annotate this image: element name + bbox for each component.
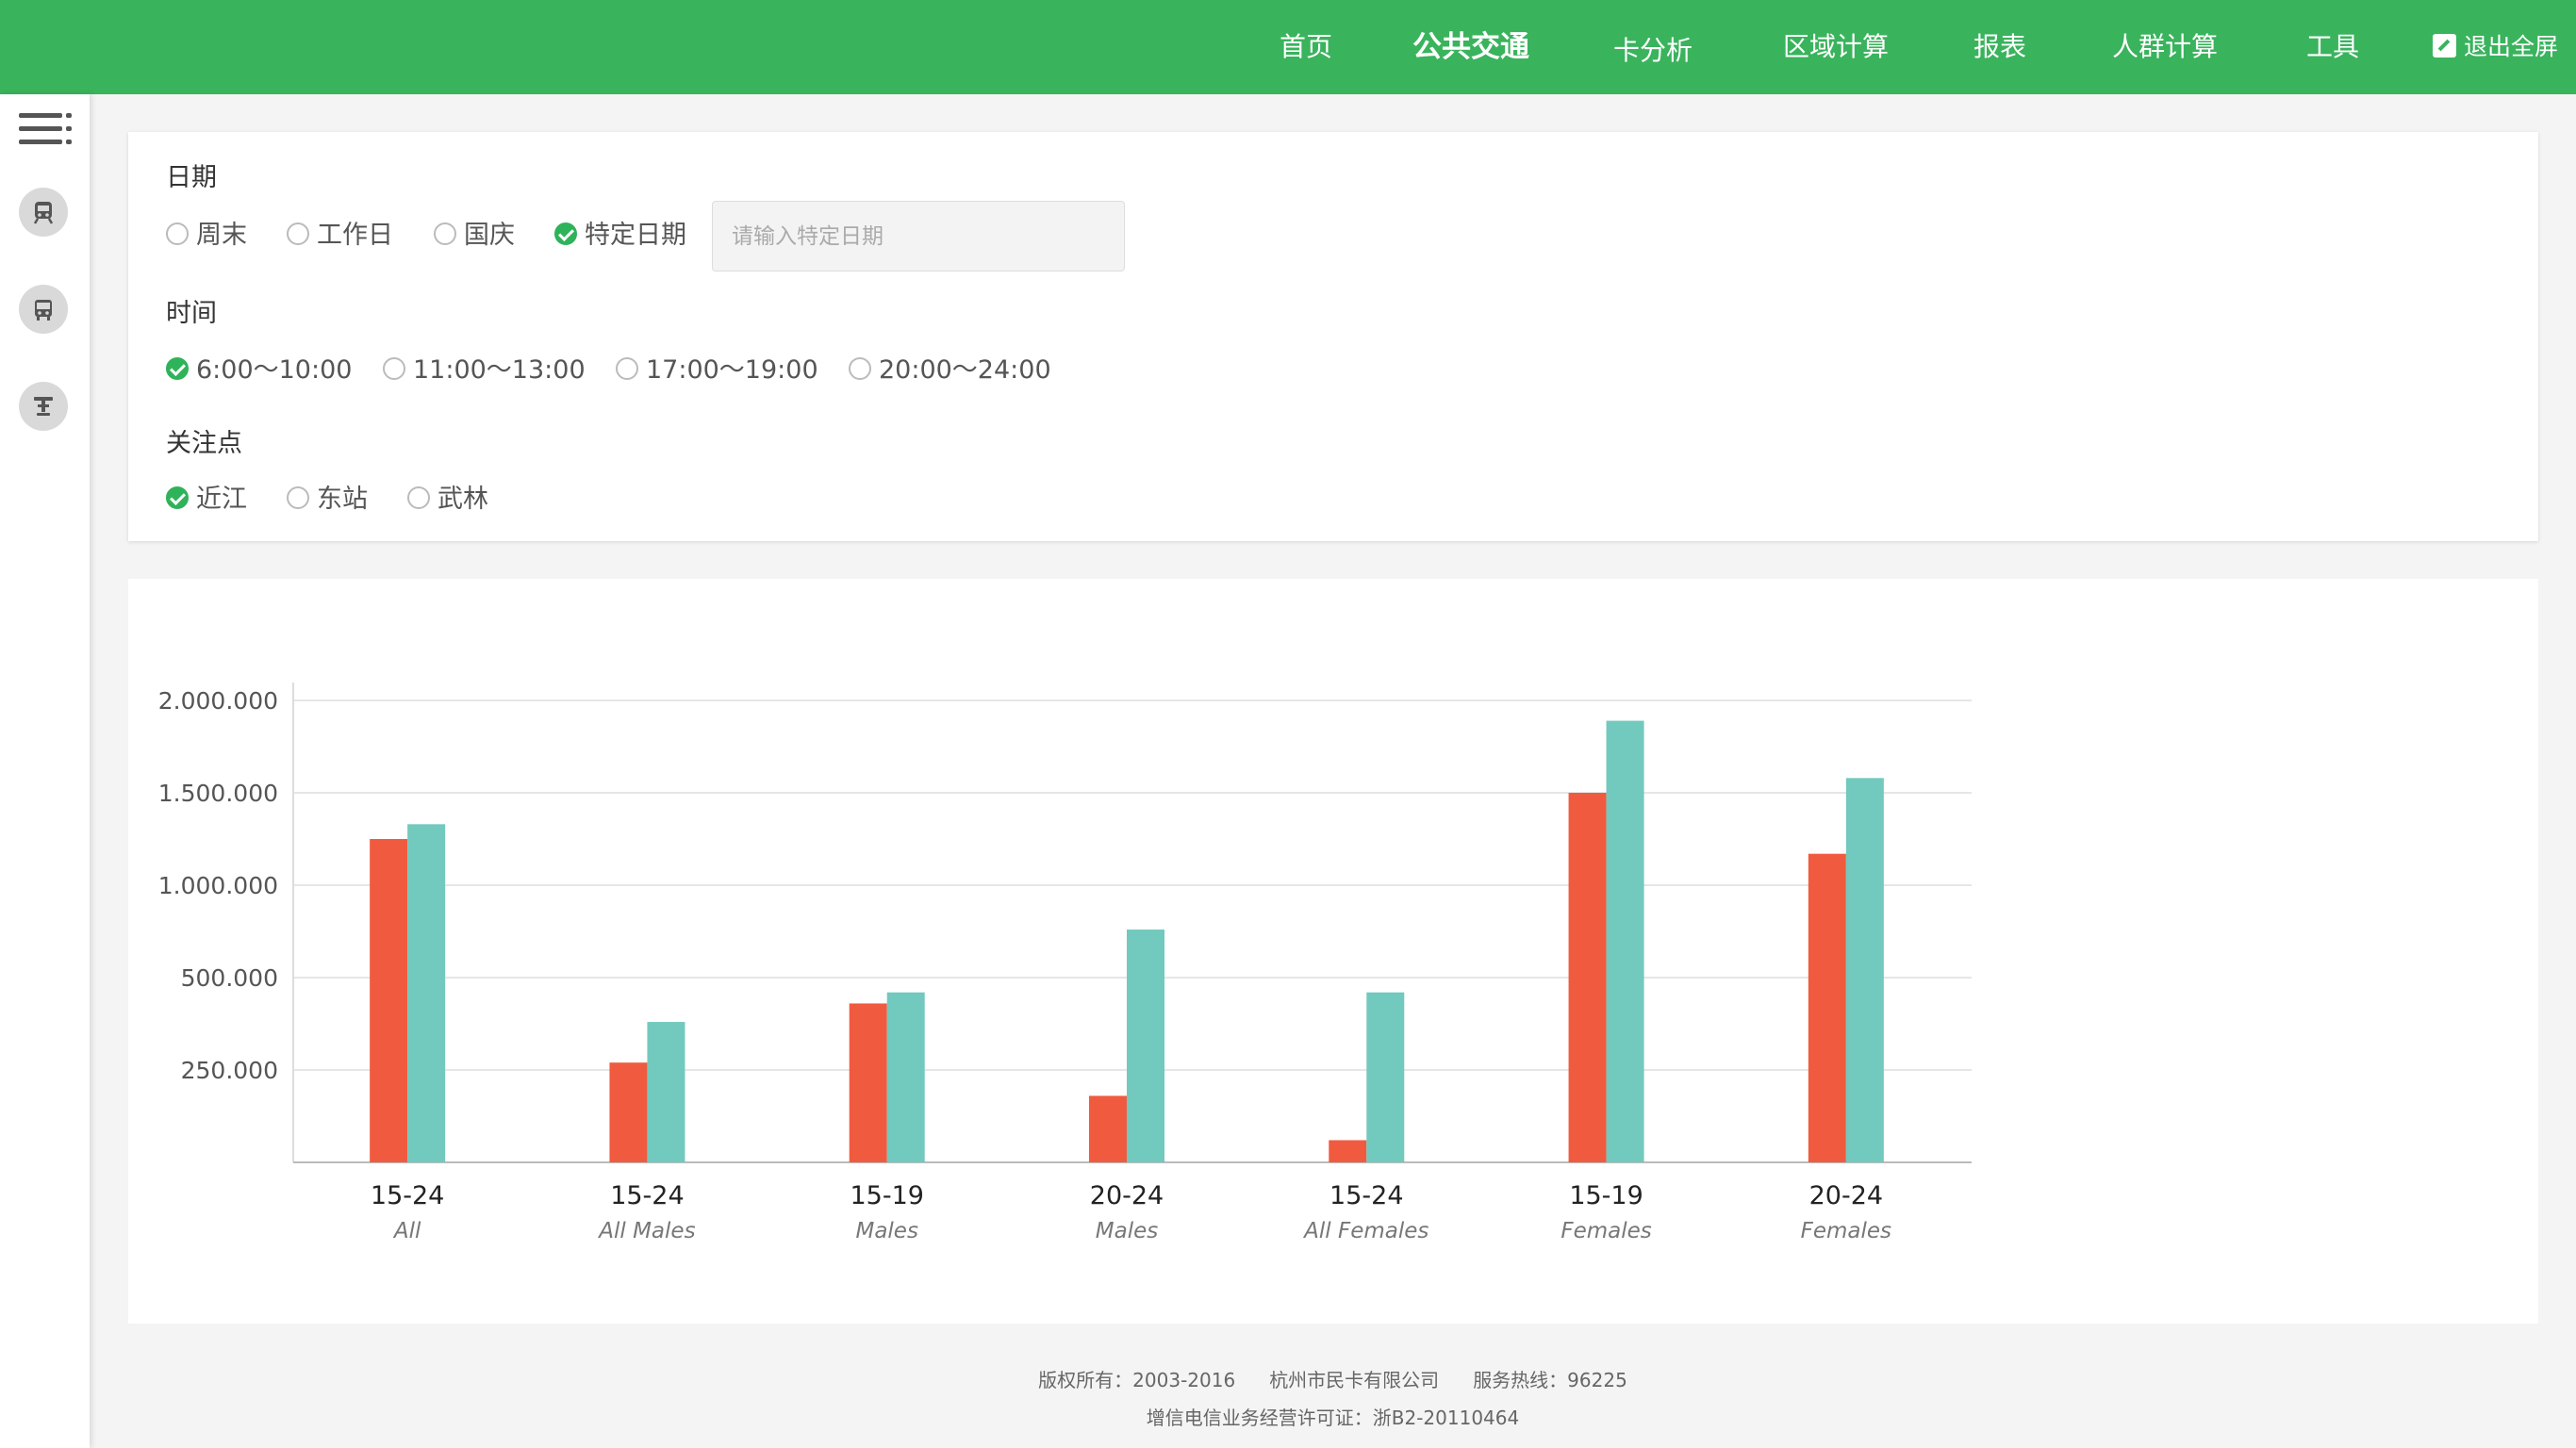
radio-unchecked-icon xyxy=(383,356,405,380)
top-nav-bar: 首页 公共交通 卡分析 区域计算 报表 人群计算 工具 退出全屏 xyxy=(0,0,2576,94)
x-category-label: 15-19 xyxy=(850,1181,923,1210)
footer-line-2: 增信电信业务经营许可证：浙B2-20110464 xyxy=(90,1403,2576,1430)
exit-fullscreen-button[interactable]: 退出全屏 xyxy=(2433,0,2558,94)
x-subcategory-label: Males xyxy=(855,1219,917,1243)
radio-unchecked-icon xyxy=(287,485,309,509)
radio-checked-icon xyxy=(166,356,189,380)
bar-series-2 xyxy=(1127,930,1164,1162)
x-subcategory-label: All Females xyxy=(1302,1219,1428,1243)
time-option-label: 11:00～13:00 xyxy=(413,355,586,385)
x-category-label: 20-24 xyxy=(1090,1181,1164,1210)
nav-item-card-analysis[interactable]: 卡分析 xyxy=(1613,4,1693,98)
date-option-label: 工作日 xyxy=(317,221,393,250)
focus-option-dongzhan[interactable]: 东站 xyxy=(287,483,368,517)
x-subcategory-label: All Males xyxy=(597,1219,695,1243)
bar-series-1 xyxy=(609,1062,648,1162)
nav-item-public-transport[interactable]: 公共交通 xyxy=(1412,0,1529,94)
sidebar xyxy=(0,94,90,1448)
radio-unchecked-icon xyxy=(287,222,309,245)
y-tick-label: 1.500.000 xyxy=(158,780,278,807)
time-option-11-13[interactable]: 11:00～13:00 xyxy=(383,354,586,387)
x-category-label: 15-24 xyxy=(371,1181,444,1210)
radio-checked-icon xyxy=(166,485,189,509)
bar-series-1 xyxy=(1568,793,1607,1162)
date-option-weekend[interactable]: 周末 xyxy=(166,219,247,253)
bar-series-2 xyxy=(1606,720,1644,1162)
x-category-label: 20-24 xyxy=(1809,1181,1883,1210)
nav-item-area-calc[interactable]: 区域计算 xyxy=(1783,0,1889,94)
y-tick-label: 250.000 xyxy=(181,1057,278,1084)
x-subcategory-label: Females xyxy=(1560,1219,1651,1243)
radio-checked-icon xyxy=(554,222,577,245)
focus-option-wulin[interactable]: 武林 xyxy=(407,483,488,517)
bar-series-1 xyxy=(370,839,408,1162)
bar-series-2 xyxy=(647,1022,685,1162)
time-section-label: 时间 xyxy=(166,299,217,328)
focus-option-label: 武林 xyxy=(438,485,488,514)
exit-fullscreen-label: 退出全屏 xyxy=(2464,33,2559,60)
radio-unchecked-icon xyxy=(407,485,430,509)
x-category-label: 15-19 xyxy=(1569,1181,1643,1210)
time-option-20-24[interactable]: 20:00～24:00 xyxy=(849,354,1051,387)
date-option-specific[interactable]: 特定日期 xyxy=(554,219,686,253)
footer-hotline: 服务热线：96225 xyxy=(1473,1369,1627,1391)
bar-series-2 xyxy=(1845,778,1884,1162)
x-subcategory-label: Males xyxy=(1096,1219,1158,1243)
time-option-label: 17:00～19:00 xyxy=(646,355,818,385)
filter-panel: 日期 周末 工作日 国庆 特定日期 时间 6:00～10:00 11:00～13… xyxy=(128,132,2538,541)
nav-item-crowd-calc[interactable]: 人群计算 xyxy=(2112,0,2218,94)
bar-series-2 xyxy=(407,824,446,1162)
nav-item-home[interactable]: 首页 xyxy=(1280,0,1332,94)
bar-chart: 250.000 500.000 1.000.000 1.500.000 2.000.00… xyxy=(158,683,1972,1243)
date-option-workday[interactable]: 工作日 xyxy=(287,219,393,253)
bar-series-2 xyxy=(886,992,925,1162)
date-option-label: 特定日期 xyxy=(585,221,686,250)
x-subcategory-label: Females xyxy=(1801,1219,1891,1243)
time-option-label: 6:00～10:00 xyxy=(196,355,353,385)
x-subcategory-label: All xyxy=(392,1219,421,1243)
x-category-label: 15-24 xyxy=(610,1181,684,1210)
focus-option-label: 东站 xyxy=(317,485,368,514)
train-icon[interactable] xyxy=(19,188,68,237)
focus-option-label: 近江 xyxy=(196,485,247,514)
footer-line-1: 版权所有：2003-2016 杭州市民卡有限公司 服务热线：96225 xyxy=(90,1365,2576,1392)
y-tick-label: 2.000.000 xyxy=(158,687,278,715)
time-option-6-10[interactable]: 6:00～10:00 xyxy=(166,354,352,387)
y-tick-label: 500.000 xyxy=(181,964,278,992)
footer-license: 增信电信业务经营许可证：浙B2-20110464 xyxy=(1146,1407,1520,1429)
exit-fullscreen-icon xyxy=(2433,33,2456,58)
radio-unchecked-icon xyxy=(849,356,871,380)
focus-option-jinjiang[interactable]: 近江 xyxy=(166,483,247,517)
x-category-label: 15-24 xyxy=(1329,1181,1403,1210)
date-option-label: 周末 xyxy=(196,221,247,250)
time-option-17-19[interactable]: 17:00～19:00 xyxy=(616,354,818,387)
menu-icon[interactable] xyxy=(19,111,72,149)
date-section-label: 日期 xyxy=(166,163,217,192)
focus-section-label: 关注点 xyxy=(166,429,242,458)
bar-series-1 xyxy=(1329,1140,1367,1162)
bar-series-1 xyxy=(1089,1095,1127,1162)
bar-series-2 xyxy=(1366,992,1405,1162)
date-option-label: 国庆 xyxy=(464,221,515,250)
nav-item-tools[interactable]: 工具 xyxy=(2306,0,2359,94)
footer-company: 杭州市民卡有限公司 xyxy=(1269,1369,1440,1391)
bike-icon[interactable] xyxy=(19,382,68,431)
radio-unchecked-icon xyxy=(166,222,189,245)
footer-copyright: 版权所有：2003-2016 xyxy=(1038,1369,1236,1391)
bar-series-1 xyxy=(1808,853,1846,1162)
chart-panel: 250.000 500.000 1.000.000 1.500.000 2.000.00… xyxy=(128,579,2538,1324)
radio-unchecked-icon xyxy=(434,222,456,245)
time-option-label: 20:00～24:00 xyxy=(879,355,1051,385)
y-tick-label: 1.000.000 xyxy=(158,872,278,899)
specific-date-input[interactable] xyxy=(712,201,1125,272)
nav-item-reports[interactable]: 报表 xyxy=(1973,0,2026,94)
bar-series-1 xyxy=(849,1003,887,1162)
radio-unchecked-icon xyxy=(616,356,638,380)
bus-icon[interactable] xyxy=(19,285,68,334)
date-option-national-day[interactable]: 国庆 xyxy=(434,219,515,253)
